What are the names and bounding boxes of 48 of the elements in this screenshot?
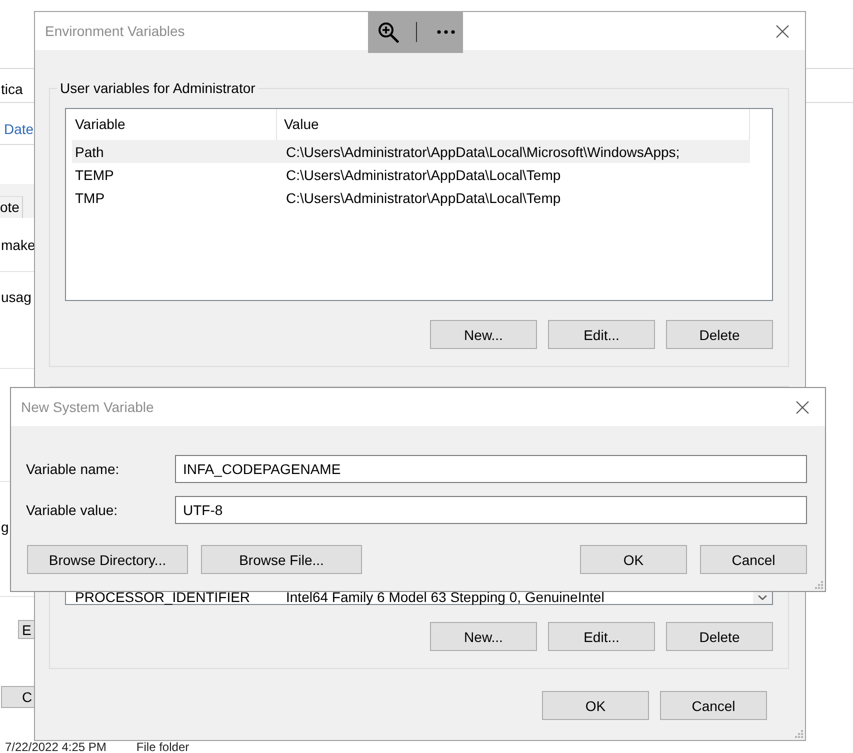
text-field[interactable]: INFA_CODEPAGENAME: [175, 455, 807, 483]
field-label: Variable value:: [26, 502, 119, 518]
column-header[interactable]: ote: [0, 196, 23, 218]
list-row[interactable]: TEMP C:\Users\Administrator\AppData\Local\Temp: [72, 163, 750, 186]
zoom-in-icon[interactable]: [378, 22, 399, 42]
partial-button[interactable]: E: [18, 620, 34, 639]
address-text: tica: [0, 80, 23, 96]
variable-value-cell-text: C:\Users\Administrator\AppData\Local\Microsoft\WindowsApps;: [285, 144, 680, 160]
list-action-button[interactable]: Delete: [666, 622, 773, 651]
caret-down-icon[interactable]: [758, 595, 767, 600]
table-cell: make: [0, 236, 36, 252]
variable-value-cell-text: Intel64 Family 6 Model 63 Stepping 0, GenuineIntel: [285, 590, 604, 604]
list-action-button[interactable]: Edit...: [548, 320, 655, 349]
variable-value-cell-text: C:\Users\Administrator\AppData\Local\Temp: [285, 166, 561, 182]
partial-button[interactable]: C: [1, 686, 34, 708]
field-label: Variable name:: [26, 461, 120, 477]
browse-button[interactable]: Browse Directory...: [27, 545, 188, 574]
dialog-button[interactable]: OK: [580, 545, 687, 574]
dialog-button[interactable]: Cancel: [700, 545, 807, 574]
table-cell-text: usag: [0, 289, 32, 307]
variable-name-cell-text: TMP: [74, 190, 106, 206]
list-action-button[interactable]: Delete: [666, 320, 773, 349]
list-action-button[interactable]: New...: [430, 622, 537, 651]
resize-grip-icon[interactable]: [815, 581, 823, 589]
variable-name-cell-text: PROCESSOR_IDENTIFIER: [74, 590, 252, 604]
dialog-button[interactable]: Cancel: [660, 691, 767, 720]
list-row[interactable]: PROCESSOR_IDENTIFIER Intel64 Family 6 Model 63 Stepping 0, GenuineIntel: [72, 590, 750, 604]
dialog-button[interactable]: OK: [542, 691, 649, 720]
date-tab[interactable]: Date: [4, 121, 34, 137]
resize-grip-icon[interactable]: [795, 730, 803, 738]
close-icon[interactable]: [776, 24, 789, 38]
variable-name-cell-text: Path: [74, 144, 105, 160]
list-action-button[interactable]: Edit...: [548, 622, 655, 651]
window-title: New System Variable: [21, 399, 154, 415]
text-field[interactable]: UTF-8: [175, 496, 807, 524]
file-type-text: File folder: [136, 742, 190, 753]
more-icon[interactable]: [437, 30, 455, 34]
variable-name-cell-text: TEMP: [74, 166, 115, 182]
table-cell-text: g: [0, 519, 9, 537]
list-row[interactable]: TMP C:\Users\Administrator\AppData\Local\Temp: [72, 186, 750, 209]
group-title: User variables for Administrator: [59, 80, 256, 96]
list-row[interactable]: Path C:\Users\Administrator\AppData\Local\Microsoft\WindowsApps;: [72, 140, 750, 163]
close-icon[interactable]: [796, 400, 809, 414]
browse-button[interactable]: Browse File...: [201, 545, 362, 574]
variable-value-cell-text: C:\Users\Administrator\AppData\Local\Temp: [285, 190, 561, 206]
modified-date-text: 7/22/2022 4:25 PM: [5, 742, 106, 753]
window-title: Environment Variables: [45, 23, 185, 39]
list-action-button[interactable]: New...: [430, 320, 537, 349]
